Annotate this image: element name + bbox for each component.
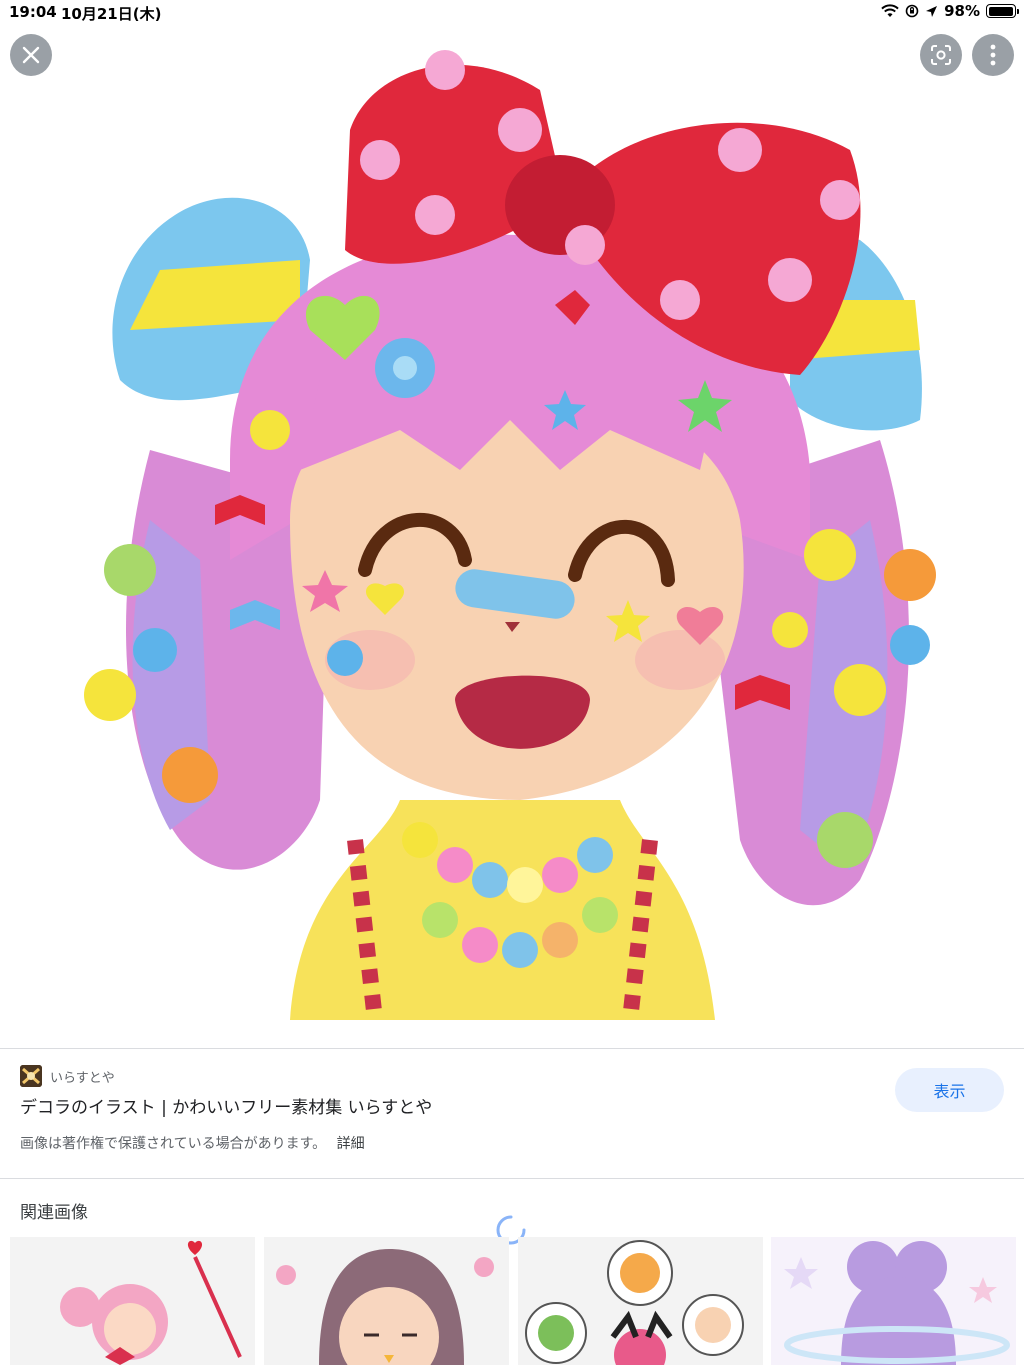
main-image[interactable] (60, 34, 960, 1029)
image-divider (0, 1048, 1024, 1049)
more-options-button[interactable] (972, 34, 1014, 76)
status-bar: 19:04 10月21日(木) 98% (0, 0, 1024, 24)
related-thumbnail-3[interactable] (518, 1237, 763, 1365)
page-title-link[interactable]: デコラのイラスト | かわいいフリー素材集 いらすとや (20, 1093, 432, 1118)
purple-hair-girl-thumbnail-image (771, 1237, 1016, 1365)
copyright-notice: 画像は著作権で保護されている場合があります。 詳細 (20, 1133, 365, 1153)
source-info[interactable]: いらすとや (20, 1065, 115, 1087)
view-button[interactable]: 表示 (895, 1068, 1004, 1112)
characters-chat-thumbnail-image (518, 1237, 763, 1365)
site-favicon-icon (20, 1065, 42, 1087)
status-indicators: 98% (881, 2, 1019, 20)
related-thumbnail-4[interactable] (771, 1237, 1016, 1365)
battery-icon (986, 4, 1019, 18)
related-thumbnail-1[interactable] (10, 1237, 255, 1365)
close-icon (22, 46, 40, 64)
section-divider (0, 1178, 1024, 1179)
status-date: 10月21日(木) (61, 5, 162, 23)
battery-level (988, 6, 1013, 16)
long-hair-girl-thumbnail-image (264, 1237, 509, 1365)
close-button[interactable] (10, 34, 52, 76)
location-icon (926, 5, 938, 17)
battery-percentage: 98% (944, 2, 980, 20)
status-time: 19:04 (9, 3, 57, 21)
shirt (290, 800, 715, 1020)
source-name: いらすとや (50, 1070, 115, 1086)
details-link[interactable]: 詳細 (337, 1136, 365, 1152)
copyright-text: 画像は著作権で保護されている場合があります。 (20, 1136, 327, 1152)
magical-girl-thumbnail-image (10, 1237, 255, 1365)
related-images-header: 関連画像 (20, 1203, 88, 1223)
more-vert-icon (990, 44, 996, 66)
related-thumbnail-2[interactable] (264, 1237, 509, 1365)
orientation-lock-icon (905, 4, 919, 18)
wifi-icon (881, 4, 899, 17)
